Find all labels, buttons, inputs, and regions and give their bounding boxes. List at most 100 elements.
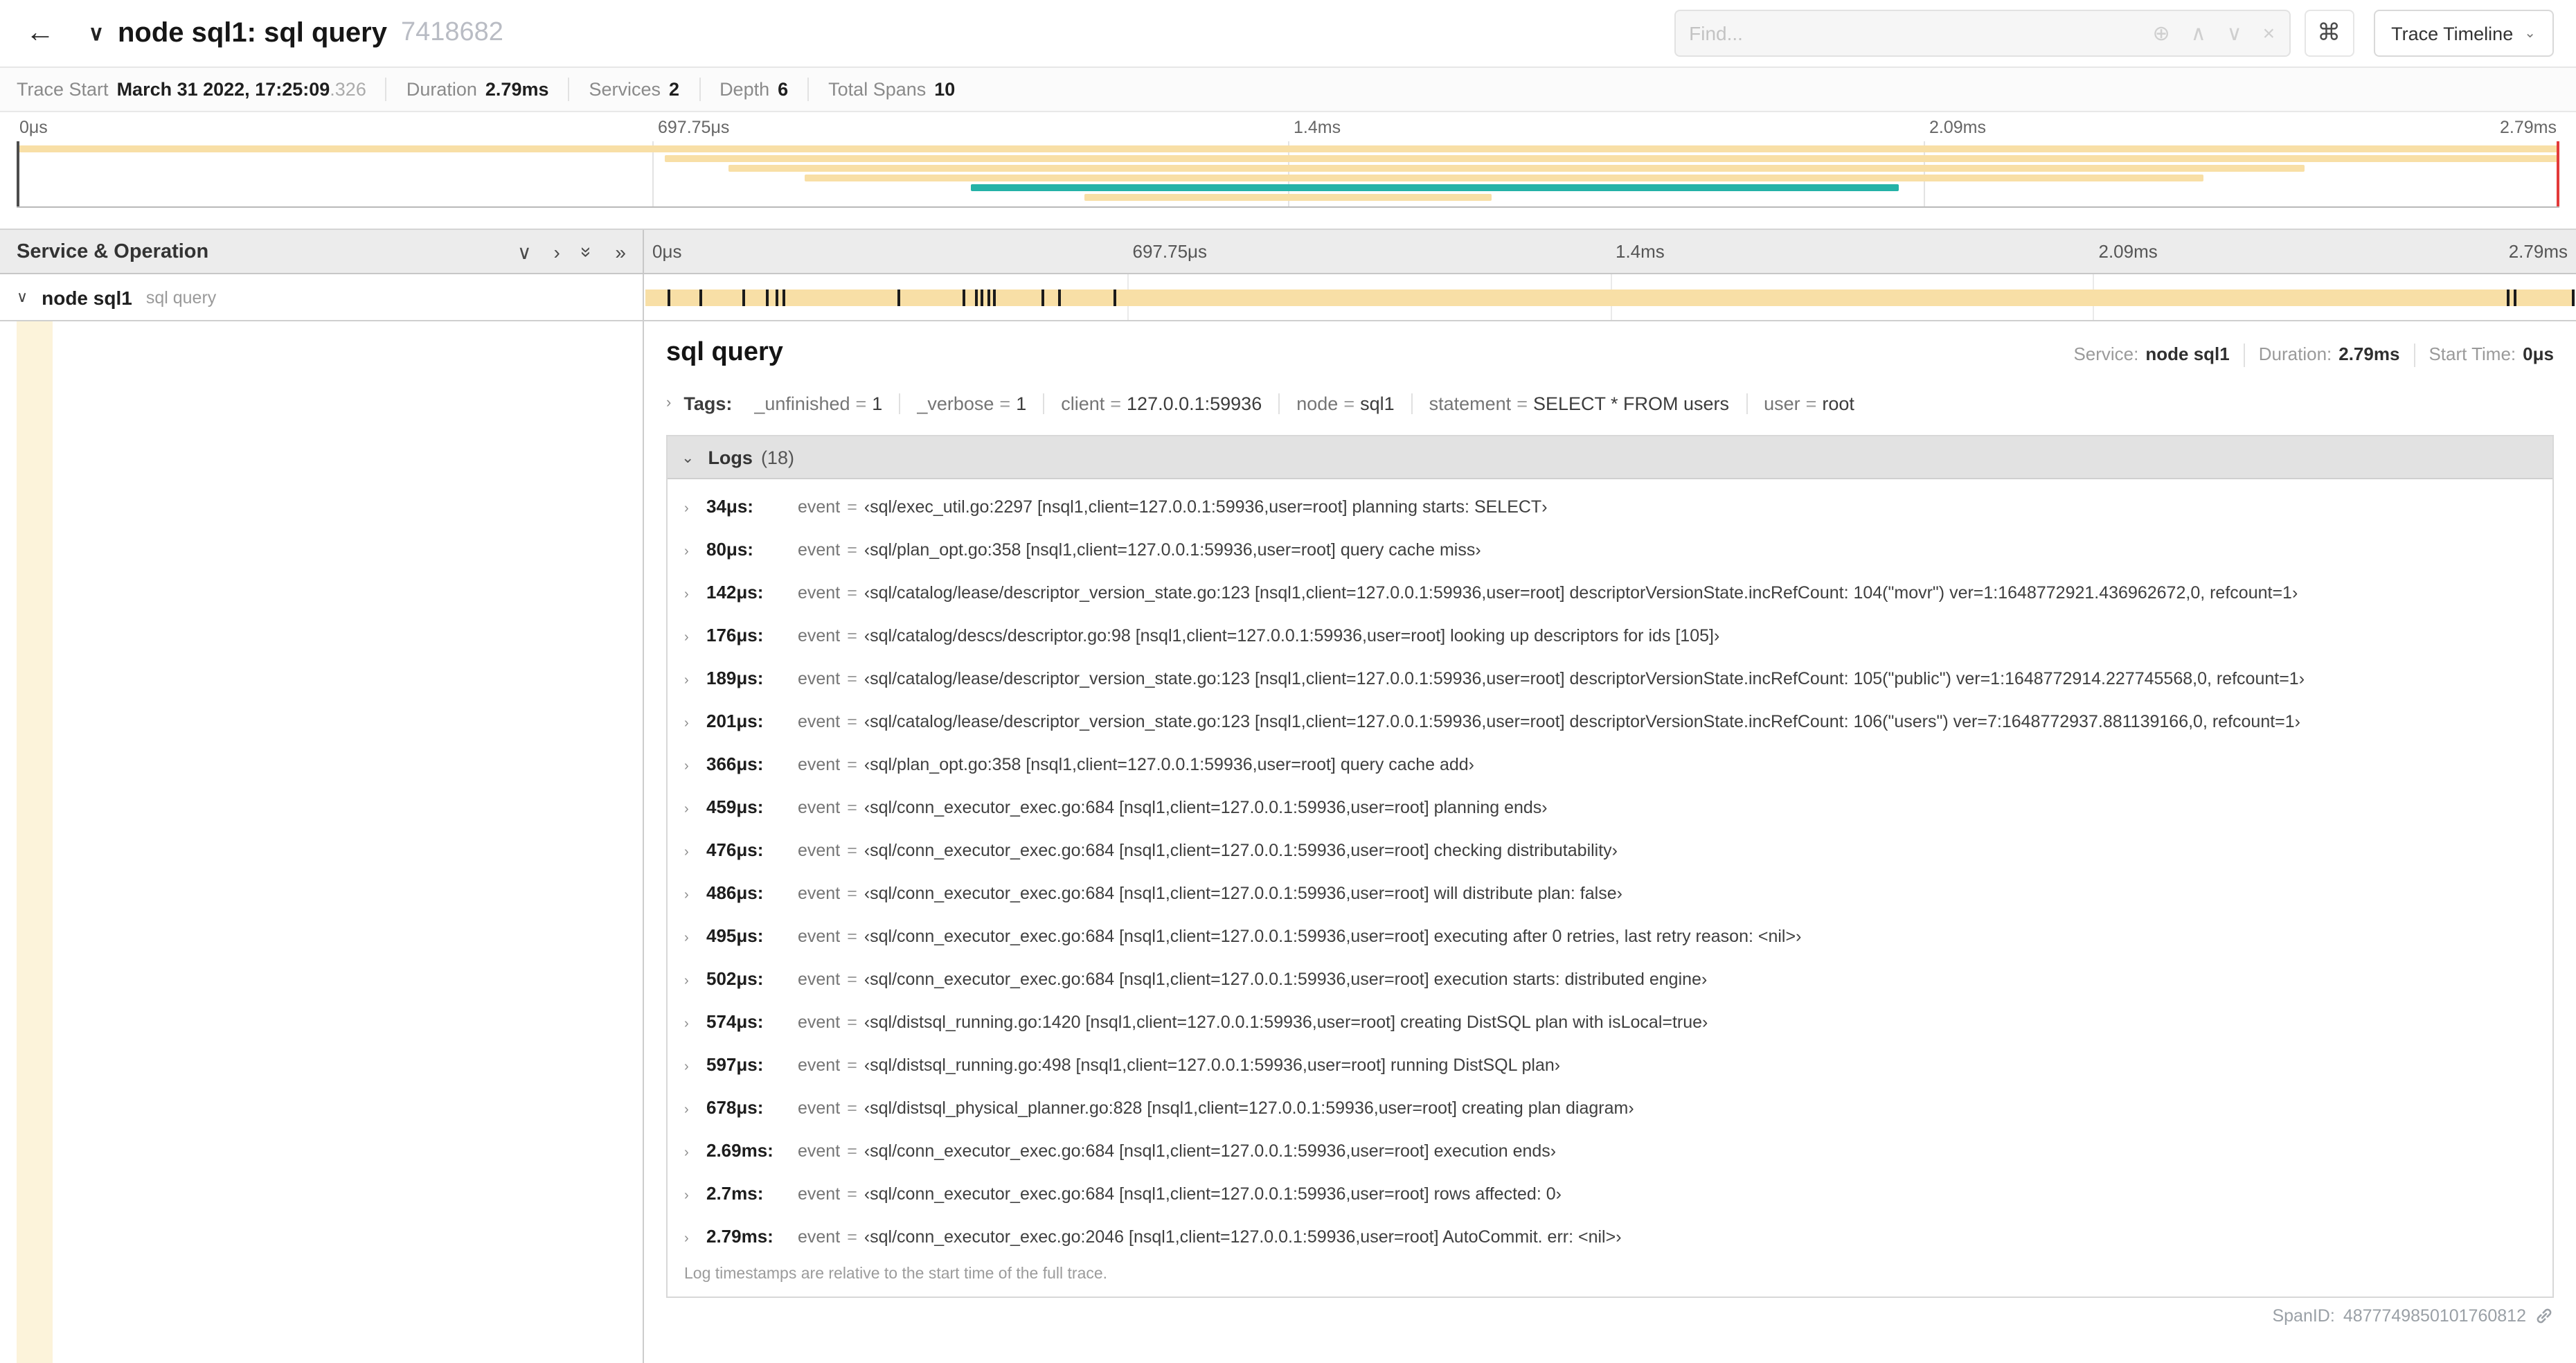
deep-link-icon[interactable] [2534,1306,2554,1326]
log-row[interactable]: › 486μs: event = ‹sql/conn_executor_exec.g… [668,871,2552,914]
log-row[interactable]: › 80μs: event = ‹sql/plan_opt.go:358 [nsql… [668,528,2552,571]
clear-search-icon[interactable]: × [2263,23,2275,44]
equals-sign: = [847,884,857,903]
log-row[interactable]: › 476μs: event = ‹sql/conn_executor_exec.g… [668,828,2552,871]
next-match-icon[interactable]: ∨ [2227,23,2242,44]
span-row-timeline-cell[interactable] [644,274,2576,320]
minimap-canvas[interactable] [17,141,2559,208]
time-tick-label: 2.79ms [2500,118,2557,137]
span-tree-gutter [0,321,644,1363]
log-field-key: event [798,798,841,817]
viewport-left-scrubber[interactable] [17,141,19,206]
log-row[interactable]: › 495μs: event = ‹sql/conn_executor_exec.g… [668,914,2552,957]
zoom-to-match-icon[interactable]: ⊕ [2153,23,2170,44]
log-row[interactable]: › 201μs: event = ‹sql/catalog/lease/descri… [668,700,2552,742]
span-row-name-cell[interactable]: ∨ node sql1 sql query [0,274,644,320]
tag-value: 1 [872,393,883,413]
log-field: event = ‹sql/plan_opt.go:358 [nsql1,client… [798,744,1474,785]
trace-minimap: 0μs 697.75μs 1.4ms 2.09ms 2.79ms [17,112,2559,208]
summary-label: Total Spans [828,78,927,100]
log-field-value: ‹sql/conn_executor_exec.go:684 [nsql1,cl… [864,1141,1557,1161]
equals-sign: = [847,583,857,603]
back-button[interactable]: ← [14,7,66,60]
equals-sign: = [847,970,857,989]
chevron-right-icon: › [684,544,689,560]
prev-match-icon[interactable]: ∧ [2191,23,2206,44]
log-row[interactable]: › 2.69ms: event = ‹sql/conn_executor_exec.… [668,1129,2552,1172]
meta-value: 2.79ms [2338,344,2400,364]
log-field-value: ‹sql/conn_executor_exec.go:2046 [nsql1,c… [864,1227,1622,1247]
span-id-label: SpanID: [2272,1306,2335,1326]
log-row[interactable]: › 459μs: event = ‹sql/conn_executor_exec.g… [668,785,2552,828]
log-timestamp: 2.69ms: [706,1140,773,1161]
chevron-right-icon: › [684,1103,689,1118]
log-timestamp: 34μs: [706,496,753,517]
meta-item: Service: node sql1 [2059,344,2243,367]
span-indent-guide [17,321,53,1363]
log-marker-tick [974,289,978,306]
tag-value: root [1822,393,1854,413]
equals-sign: = [847,626,857,645]
span-operation-name: sql query [145,287,217,307]
log-timestamp: 176μs: [706,625,764,645]
keyboard-shortcuts-button[interactable]: ⌘ [2304,10,2354,57]
collapse-one-icon[interactable]: ∨ [517,242,532,261]
tags-row: › Tags: _unfinished = 1 _verbose = 1 cli… [666,382,2554,424]
log-row[interactable]: › 189μs: event = ‹sql/catalog/lease/descri… [668,657,2552,700]
tags-toggle[interactable]: › Tags: [666,393,737,413]
log-field-key: event [798,712,841,731]
command-key-icon: ⌘ [2317,19,2341,46]
log-row[interactable]: › 142μs: event = ‹sql/catalog/lease/descri… [668,571,2552,614]
equals-sign: = [847,540,857,560]
row-collapse-chevron-icon[interactable]: ∨ [17,288,28,306]
log-row[interactable]: › 176μs: event = ‹sql/catalog/descs/descri… [668,614,2552,657]
expand-one-icon[interactable]: › [553,242,560,261]
chevron-right-icon: › [684,501,689,517]
log-row[interactable]: › 2.79ms: event = ‹sql/conn_executor_exec.… [668,1215,2552,1258]
expand-all-icon[interactable]: » [615,242,626,261]
log-marker-tick [993,289,996,306]
log-marker-tick [699,289,703,306]
log-marker-tick [2514,289,2517,306]
app-header: ← ∨ node sql1: sql query 7418682 ⊕ ∧ ∨ ×… [0,0,2576,68]
log-field-key: event [798,884,841,903]
log-marker-tick [2572,289,2575,306]
log-field: event = ‹sql/conn_executor_exec.go:684 [ns… [798,1173,1562,1215]
span-detail-header: sql query Service: node sql1 Duration: 2.7… [666,338,2554,368]
viewport-right-scrubber[interactable] [2557,141,2559,206]
log-row[interactable]: › 366μs: event = ‹sql/plan_opt.go:358 [nsq… [668,742,2552,785]
span-detail-title: sql query [666,338,783,367]
logs-header[interactable]: ⌄ Logs (18) [668,436,2552,479]
tag-item: client = 127.0.0.1:59936 [1043,393,1278,413]
minimap-span-bar [17,145,2559,152]
log-row[interactable]: › 502μs: event = ‹sql/conn_executor_exec.g… [668,957,2552,1000]
meta-value: node sql1 [2145,344,2230,364]
chevron-right-icon: › [684,587,689,603]
trace-timeline-dropdown[interactable]: Trace Timeline ⌄ [2373,10,2554,57]
equals-sign: = [847,1098,857,1118]
find-input[interactable] [1689,22,2132,44]
log-marker-tick [2506,289,2510,306]
log-row[interactable]: › 574μs: event = ‹sql/distsql_running.go:1… [668,1000,2552,1043]
tag-key: _unfinished [754,393,850,413]
log-field-key: event [798,583,841,603]
log-row[interactable]: › 2.7ms: event = ‹sql/conn_executor_exec.g… [668,1172,2552,1215]
log-timestamp: 459μs: [706,796,764,817]
chevron-right-icon: › [684,845,689,860]
span-row[interactable]: ∨ node sql1 sql query [0,274,2576,321]
log-marker-tick [980,289,983,306]
log-field-value: ‹sql/distsql_physical_planner.go:828 [ns… [864,1098,1634,1118]
trace-collapse-chevron-icon[interactable]: ∨ [89,21,104,46]
log-timestamp: 201μs: [706,711,764,731]
chevron-right-icon: › [684,673,689,688]
log-row[interactable]: › 678μs: event = ‹sql/distsql_physical_pla… [668,1086,2552,1129]
log-field-key: event [798,927,841,946]
meta-value: 0μs [2523,344,2554,364]
collapse-all-icon[interactable]: » [577,246,599,257]
log-marker-tick [742,289,746,306]
log-row[interactable]: › 597μs: event = ‹sql/distsql_running.go:4… [668,1043,2552,1086]
log-field-key: event [798,1227,841,1247]
log-row[interactable]: › 34μs: event = ‹sql/exec_util.go:2297 [ns… [668,485,2552,528]
log-timestamp: 366μs: [706,754,764,774]
summary-value: 6 [778,78,789,100]
